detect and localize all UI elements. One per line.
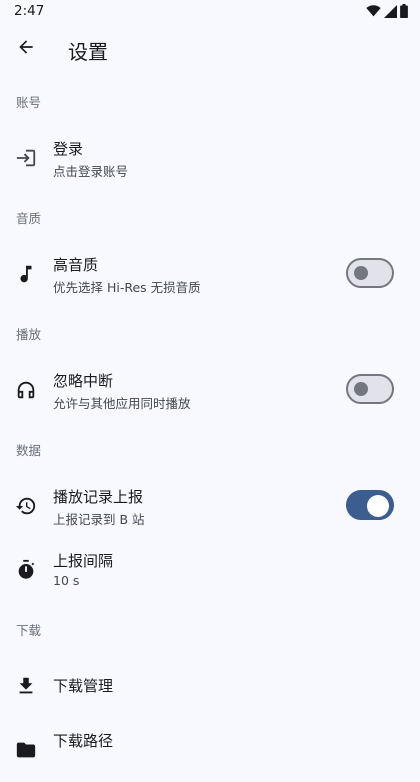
download-icon <box>14 674 38 698</box>
music-note-icon <box>14 262 38 286</box>
settings-list: 账号 登录 点击登录账号 音质 高音质 优先选择 Hi-Res 无损音质 播放 … <box>0 74 420 782</box>
status-time: 2:47 <box>14 3 45 19</box>
pref-download-manage-title: 下载管理 <box>53 677 114 695</box>
pref-ignore-interrupt[interactable]: 忽略中断 允许与其他应用同时播放 <box>0 358 420 422</box>
status-bar: 2:47 <box>0 0 420 24</box>
wifi-icon <box>366 5 381 17</box>
pref-login[interactable]: 登录 点击登录账号 <box>0 126 420 190</box>
pref-report-interval-summary: 10 s <box>53 573 80 588</box>
login-icon <box>14 146 38 170</box>
ignore-interrupt-toggle[interactable] <box>346 374 394 404</box>
folder-icon <box>14 738 38 762</box>
section-header-account: 账号 <box>16 95 42 110</box>
timer-icon <box>14 558 38 582</box>
pref-hires[interactable]: 高音质 优先选择 Hi-Res 无损音质 <box>0 242 420 306</box>
pref-report-interval-title: 上报间隔 <box>53 552 114 570</box>
signal-icon <box>384 4 397 18</box>
pref-report-history-title: 播放记录上报 <box>53 488 144 506</box>
pref-report-history[interactable]: 播放记录上报 上报记录到 B 站 <box>0 474 420 538</box>
report-history-toggle-thumb <box>367 495 389 517</box>
section-header-download: 下载 <box>16 623 42 638</box>
page-title: 设置 <box>68 40 108 64</box>
status-icons <box>366 4 408 18</box>
top-app-bar: 设置 <box>0 24 420 74</box>
battery-icon <box>400 4 408 18</box>
report-history-toggle[interactable] <box>346 490 394 520</box>
section-header-data: 数据 <box>16 443 42 458</box>
ignore-interrupt-toggle-thumb <box>354 382 368 396</box>
headphones-icon <box>14 378 38 402</box>
hires-toggle-thumb <box>354 266 368 280</box>
pref-ignore-interrupt-summary: 允许与其他应用同时播放 <box>53 396 191 411</box>
pref-hires-title: 高音质 <box>53 256 99 274</box>
section-header-quality: 音质 <box>16 211 42 226</box>
hires-toggle[interactable] <box>346 258 394 288</box>
pref-report-interval[interactable]: 上报间隔 10 s <box>0 538 420 602</box>
pref-hires-summary: 优先选择 Hi-Res 无损音质 <box>53 280 201 295</box>
pref-login-summary: 点击登录账号 <box>53 164 129 179</box>
history-icon <box>14 494 38 518</box>
back-button[interactable] <box>8 29 44 65</box>
pref-ignore-interrupt-title: 忽略中断 <box>53 372 114 390</box>
pref-download-path[interactable]: 下载路径 <box>0 718 420 782</box>
section-header-playback: 播放 <box>16 327 42 342</box>
pref-login-title: 登录 <box>53 140 84 158</box>
pref-download-manage[interactable]: 下载管理 <box>0 654 420 718</box>
arrow-back-icon <box>19 40 33 54</box>
pref-report-history-summary: 上报记录到 B 站 <box>53 512 145 527</box>
